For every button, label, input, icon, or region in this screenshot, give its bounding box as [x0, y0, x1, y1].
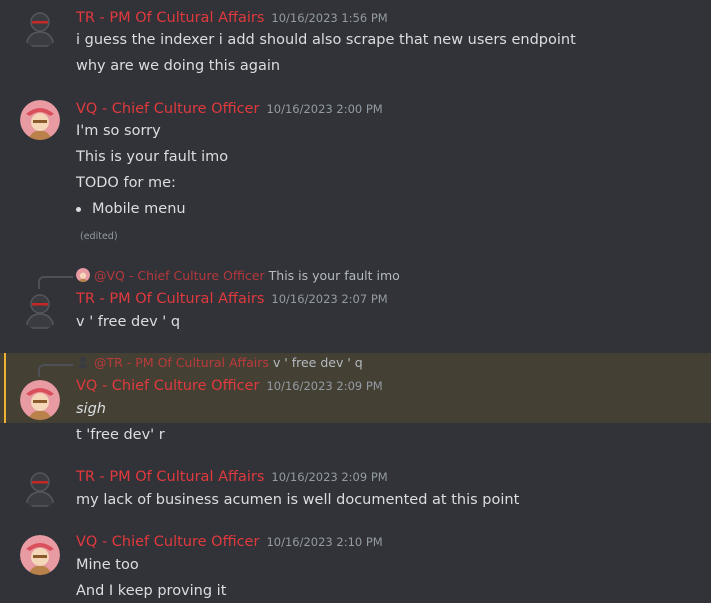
bullet-item: Mobile menu	[92, 201, 186, 217]
edited-label: (edited)	[80, 231, 118, 242]
author-name[interactable]: VQ - Chief Culture Officer 10/16/2023 2:0…	[76, 101, 383, 117]
reply-preview[interactable]: @TR - PM Of Cultural Affairs v ' free dev…	[76, 355, 363, 370]
anime-character-avatar-icon[interactable]	[20, 380, 60, 420]
reply-spine	[38, 276, 73, 289]
reply-spine	[38, 364, 73, 377]
message-text: i guess the indexer i add should also sc…	[76, 32, 576, 48]
anime-character-avatar-icon[interactable]	[20, 100, 60, 140]
message-text: This is your fault imo	[76, 149, 229, 165]
default-user-avatar-icon[interactable]	[20, 8, 60, 48]
author-name[interactable]: VQ - Chief Culture Officer 10/16/2023 2:0…	[76, 378, 383, 394]
message-text: I'm so sorry	[76, 123, 161, 139]
message-text: t 'free dev' r	[76, 427, 165, 443]
message-text: v ' free dev ' q	[76, 314, 181, 330]
timestamp: 10/16/2023 1:56 PM	[271, 11, 388, 25]
author-name[interactable]: TR - PM Of Cultural Affairs 10/16/2023 2:…	[76, 291, 388, 307]
author-name[interactable]: TR - PM Of Cultural Affairs 10/16/2023 2:…	[76, 469, 388, 485]
mention-highlight-bar	[4, 353, 6, 423]
default-user-avatar-icon[interactable]	[20, 290, 60, 330]
message-text: sigh	[76, 401, 106, 417]
reply-author[interactable]: @TR - PM Of Cultural Affairs	[94, 355, 269, 370]
reply-text: v ' free dev ' q	[272, 355, 363, 370]
author-name[interactable]: TR - PM Of Cultural Affairs 10/16/2023 1:…	[76, 10, 388, 26]
timestamp: 10/16/2023 2:09 PM	[266, 379, 383, 393]
bullet-marker	[76, 207, 81, 212]
default-user-avatar-icon[interactable]	[20, 468, 60, 508]
message-text: And I keep proving it	[76, 583, 227, 599]
message-text: my lack of business acumen is well docum…	[76, 492, 520, 508]
message-text: TODO for me:	[76, 175, 176, 191]
timestamp: 10/16/2023 2:10 PM	[266, 535, 383, 549]
timestamp: 10/16/2023 2:07 PM	[271, 292, 388, 306]
timestamp: 10/16/2023 2:09 PM	[271, 470, 388, 484]
author-name[interactable]: VQ - Chief Culture Officer 10/16/2023 2:1…	[76, 534, 383, 550]
anime-character-avatar-icon	[76, 268, 90, 282]
reply-preview[interactable]: @VQ - Chief Culture Officer This is your …	[76, 268, 400, 283]
message-text: why are we doing this again	[76, 58, 281, 74]
anime-character-avatar-icon[interactable]	[20, 535, 60, 575]
timestamp: 10/16/2023 2:00 PM	[266, 102, 383, 116]
message-text: Mine too	[76, 557, 139, 573]
reply-text: This is your fault imo	[268, 268, 400, 283]
reply-author[interactable]: @VQ - Chief Culture Officer	[94, 268, 265, 283]
default-user-avatar-icon	[76, 355, 90, 369]
